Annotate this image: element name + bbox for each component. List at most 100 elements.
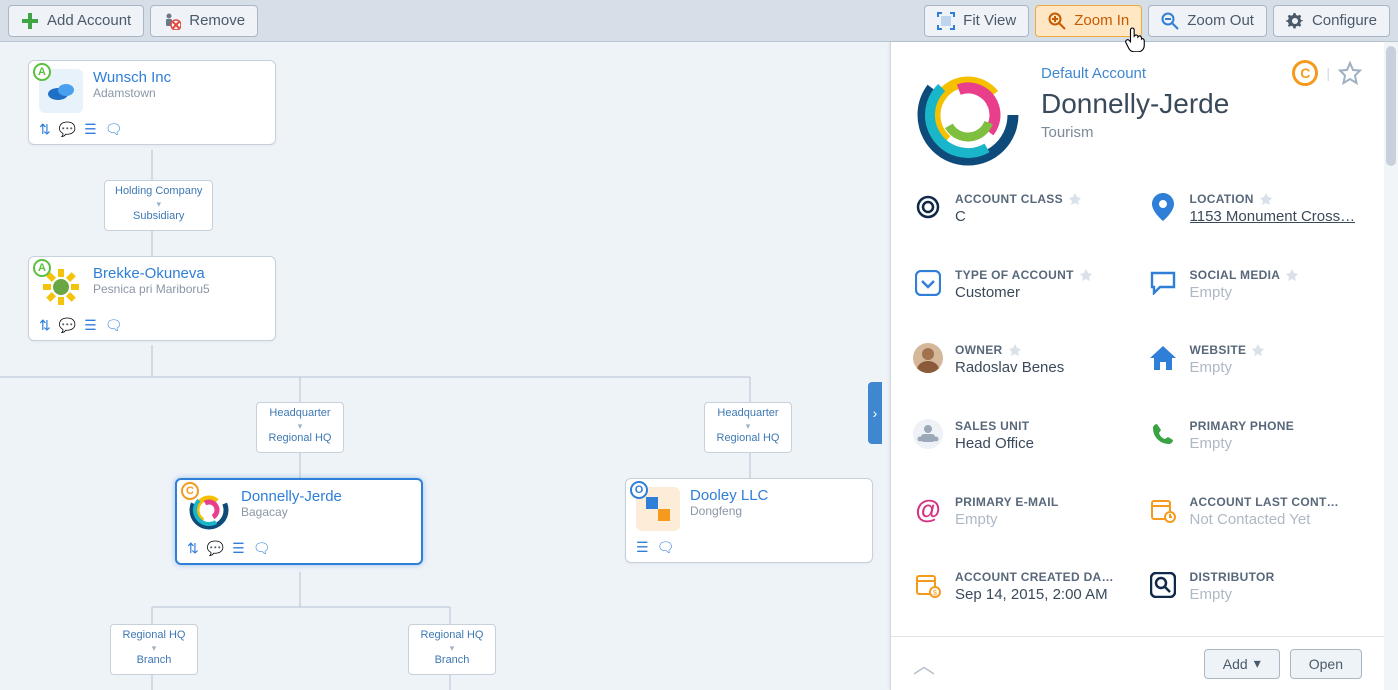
- account-subtitle: Tourism: [1041, 124, 1362, 141]
- node-brekke[interactable]: A Brekke-Okuneva Pesnica pri Mariboru5 ⇅…: [28, 256, 276, 341]
- scrollbar[interactable]: [1384, 42, 1398, 690]
- chat-icon[interactable]: 💬: [59, 317, 76, 334]
- node-dooley[interactable]: O Dooley LLC Dongfeng ☰ 🗨: [625, 478, 873, 563]
- relation-regional-branch-right[interactable]: Regional HQ ▾ Branch: [408, 624, 496, 675]
- field-sales-unit[interactable]: SALES UNIT Head Office: [913, 419, 1128, 473]
- dropdown-icon: [915, 270, 941, 296]
- chevron-right-icon[interactable]: ›: [868, 382, 882, 444]
- class-badge: C: [1292, 60, 1318, 86]
- field-primary-phone[interactable]: PRIMARY PHONE Empty: [1148, 419, 1363, 473]
- list-icon[interactable]: ☰: [636, 539, 649, 556]
- field-account-class[interactable]: ACCOUNT CLASS C: [913, 192, 1128, 246]
- panel-footer: ︿ Add ▾ Open: [891, 636, 1384, 690]
- avatar-icon: [913, 343, 943, 373]
- list-icon[interactable]: ☰: [84, 121, 97, 138]
- gear-icon: [1286, 12, 1304, 30]
- configure-button[interactable]: Configure: [1273, 5, 1390, 37]
- node-name[interactable]: Dooley LLC: [690, 487, 768, 504]
- relation-top: Headquarter: [717, 407, 778, 419]
- node-tool-row: ⇅ 💬 ☰ 🗨: [39, 121, 265, 138]
- relation-top: Headquarter: [269, 407, 330, 419]
- field-owner[interactable]: OWNER Radoslav Benes: [913, 343, 1128, 397]
- add-account-button[interactable]: Add Account: [8, 5, 144, 37]
- chat-icon[interactable]: 💬: [207, 540, 224, 557]
- scrollbar-thumb[interactable]: [1386, 46, 1396, 166]
- star-icon[interactable]: [1338, 61, 1362, 85]
- detail-panel: Default Account C | Donnelly-Jerde Touri…: [890, 42, 1384, 690]
- field-website[interactable]: WEBSITE Empty: [1148, 343, 1363, 397]
- field-location[interactable]: LOCATION 1153 Monument Cross…: [1148, 192, 1363, 246]
- phone-icon: [1151, 422, 1175, 446]
- relation-bottom: Branch: [435, 654, 470, 666]
- svg-text:$: $: [933, 590, 937, 597]
- relation-top: Holding Company: [115, 185, 202, 197]
- comment-icon[interactable]: 🗨: [657, 539, 675, 556]
- comment-icon[interactable]: 🗨: [253, 540, 271, 557]
- chevron-up-icon[interactable]: ︿: [913, 648, 935, 680]
- list-icon[interactable]: ☰: [84, 317, 97, 334]
- fit-view-button[interactable]: Fit View: [924, 5, 1029, 37]
- footer-add-button[interactable]: Add ▾: [1204, 649, 1280, 679]
- pin-icon: [1080, 269, 1092, 281]
- node-location: Adamstown: [93, 86, 171, 100]
- calendar-icon: $: [915, 572, 941, 598]
- configure-label: Configure: [1312, 12, 1377, 29]
- remove-button[interactable]: Remove: [150, 5, 258, 37]
- node-location: Pesnica pri Mariboru5: [93, 282, 210, 296]
- list-icon[interactable]: ☰: [232, 540, 245, 557]
- node-name[interactable]: Brekke-Okuneva: [93, 265, 210, 282]
- node-tool-row: ⇅ 💬 ☰ 🗨: [187, 540, 411, 557]
- zoom-out-button[interactable]: Zoom Out: [1148, 5, 1267, 37]
- node-location: Dongfeng: [690, 504, 768, 518]
- pin-icon: [1260, 193, 1272, 205]
- node-name[interactable]: Wunsch Inc: [93, 69, 171, 86]
- plus-icon: [21, 12, 39, 30]
- target-icon: [915, 194, 941, 220]
- relation-bottom: Branch: [137, 654, 172, 666]
- node-location: Bagacay: [241, 505, 342, 519]
- field-social-media[interactable]: SOCIAL MEDIA Empty: [1148, 268, 1363, 322]
- relation-holding-subsidiary[interactable]: Holding Company ▾ Subsidiary: [104, 180, 213, 231]
- relation-hq-regional-left[interactable]: Headquarter ▾ Regional HQ: [256, 402, 344, 453]
- calendar-clock-icon: [1150, 497, 1176, 523]
- zoom-in-button[interactable]: Zoom In: [1035, 5, 1142, 37]
- at-icon: @: [915, 494, 940, 525]
- node-tool-row: ☰ 🗨: [636, 539, 862, 556]
- node-badge: C: [186, 485, 194, 497]
- node-donnelly[interactable]: C Donnelly-Jerde Bagacay ⇅ 💬 ☰ 🗨: [175, 478, 423, 565]
- comment-icon[interactable]: 🗨: [105, 121, 123, 138]
- hierarchy-icon[interactable]: ⇅: [39, 317, 51, 334]
- field-created-date[interactable]: $ ACCOUNT CREATED DA… Sep 14, 2015, 2:00…: [913, 570, 1128, 624]
- node-tool-row: ⇅ 💬 ☰ 🗨: [39, 317, 265, 334]
- field-distributor[interactable]: DISTRIBUTOR Empty: [1148, 570, 1363, 624]
- hierarchy-icon[interactable]: ⇅: [187, 540, 199, 557]
- chevron-down-icon: ▾: [1254, 655, 1261, 672]
- hierarchy-icon[interactable]: ⇅: [39, 121, 51, 138]
- pin-icon: [1286, 269, 1298, 281]
- relation-hq-regional-right[interactable]: Headquarter ▾ Regional HQ: [704, 402, 792, 453]
- node-wunsch[interactable]: A Wunsch Inc Adamstown ⇅ 💬 ☰ 🗨: [28, 60, 276, 145]
- remove-label: Remove: [189, 12, 245, 29]
- cloud-icon: [46, 80, 76, 102]
- people-icon: [913, 419, 943, 449]
- pin-icon: [1009, 344, 1021, 356]
- comment-icon[interactable]: 🗨: [105, 317, 123, 334]
- node-name[interactable]: Donnelly-Jerde: [241, 488, 342, 505]
- field-primary-email[interactable]: @ PRIMARY E-MAIL Empty: [913, 495, 1128, 549]
- add-account-label: Add Account: [47, 12, 131, 29]
- relation-bottom: Regional HQ: [717, 432, 780, 444]
- fit-view-label: Fit View: [963, 12, 1016, 29]
- account-title: Donnelly-Jerde: [1041, 88, 1362, 120]
- node-badge: O: [635, 484, 644, 496]
- footer-open-button[interactable]: Open: [1290, 649, 1362, 679]
- swirl-icon: [913, 60, 1023, 170]
- field-last-contacted[interactable]: ACCOUNT LAST CONT… Not Contacted Yet: [1148, 495, 1363, 549]
- relation-top: Regional HQ: [123, 629, 186, 641]
- chat-icon[interactable]: 💬: [59, 121, 76, 138]
- relation-regional-branch-left[interactable]: Regional HQ ▾ Branch: [110, 624, 198, 675]
- field-grid: ACCOUNT CLASS C LOCATION 1153 Monument C…: [891, 182, 1384, 636]
- field-type-of-account[interactable]: TYPE OF ACCOUNT Customer: [913, 268, 1128, 322]
- hierarchy-canvas[interactable]: A Wunsch Inc Adamstown ⇅ 💬 ☰ 🗨 Holding C…: [0, 42, 890, 690]
- default-account-label[interactable]: Default Account: [1041, 65, 1146, 82]
- speech-icon: [1150, 271, 1176, 295]
